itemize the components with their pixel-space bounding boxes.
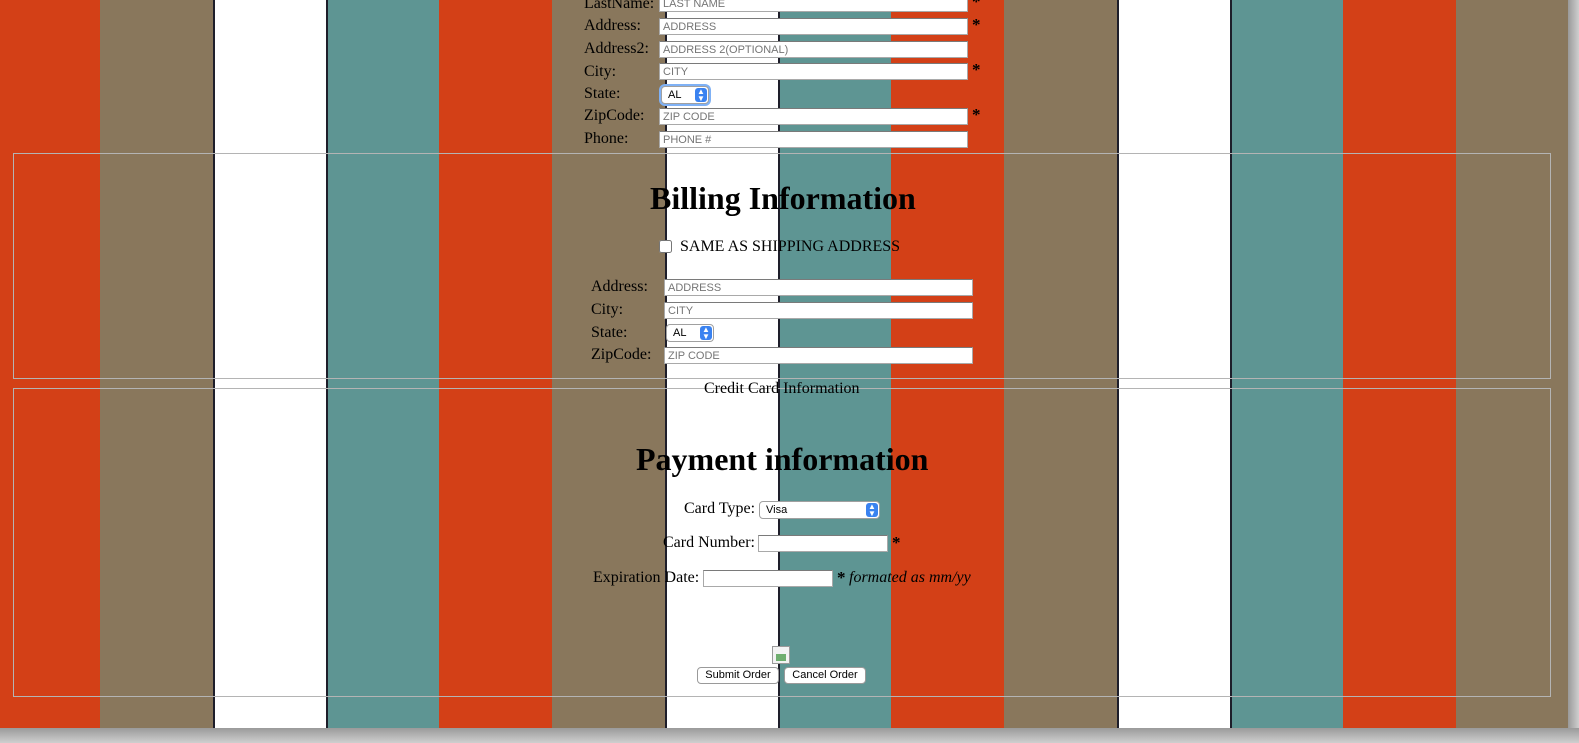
credit-card-legend: Credit Card Information [702,380,862,398]
cancel-order-button[interactable]: Cancel Order [784,667,866,684]
same-as-shipping-checkbox[interactable] [659,240,672,253]
window-shadow-bottom [0,728,1579,743]
billing-zip-label: ZipCode: [591,346,652,363]
same-as-shipping-label: SAME AS SHIPPING ADDRESS [680,238,901,255]
shipping-state-select[interactable]: AL ▲ ▼ [661,86,709,104]
required-asterisk: * [972,60,981,79]
billing-state-select[interactable]: AL ▲ ▼ [666,324,714,342]
billing-state-label: State: [591,324,628,341]
billing-title: Billing Information [650,180,916,216]
expiration-input[interactable] [703,570,833,587]
required-asterisk: * [892,533,901,552]
expiration-label: Expiration Date: [593,569,700,586]
shipping-lastname-input[interactable] [659,0,968,12]
shipping-lastname-label: LastName: [584,0,655,12]
payment-title: Payment information [636,441,929,477]
shipping-city-label: City: [584,63,617,80]
billing-city-label: City: [591,301,624,318]
card-number-input[interactable] [758,535,888,552]
billing-zip-input[interactable] [664,347,973,364]
shipping-state-label: State: [584,85,621,102]
window-shadow-right [1568,0,1579,743]
image-placeholder-mark [776,654,786,661]
required-asterisk: * [972,105,981,124]
required-asterisk: * [972,0,981,11]
shipping-phone-label: Phone: [584,130,629,147]
shipping-address-label: Address: [584,17,641,34]
required-asterisk: * [972,15,981,34]
shipping-address-input[interactable] [659,18,968,35]
shipping-state-value: AL [668,89,682,101]
card-type-label: Card Type: [684,500,756,517]
select-arrows-icon: ▲ ▼ [695,88,707,103]
card-type-value: Visa [766,504,788,516]
card-number-label: Card Number: [663,534,755,551]
shipping-phone-input[interactable] [659,131,968,148]
select-arrows-icon: ▲ ▼ [700,326,712,341]
billing-city-input[interactable] [664,302,973,319]
shipping-zip-label: ZipCode: [584,107,645,124]
billing-state-value: AL [673,327,687,339]
required-asterisk: * [837,568,846,587]
card-type-select[interactable]: Visa ▲ ▼ [759,501,880,519]
billing-address-label: Address: [591,278,648,295]
credit-card-legend-text: Credit Card Information [704,380,860,397]
shipping-address2-input[interactable] [659,41,968,58]
broken-image-icon [772,646,790,664]
shipping-zip-input[interactable] [659,108,968,125]
billing-address-input[interactable] [664,279,973,296]
select-arrows-icon: ▲ ▼ [866,503,878,518]
expiration-format-hint: formated as mm/yy [849,569,971,586]
shipping-address2-label: Address2: [584,40,649,57]
submit-order-button[interactable]: Submit Order [697,667,779,684]
shipping-city-input[interactable] [659,63,968,80]
